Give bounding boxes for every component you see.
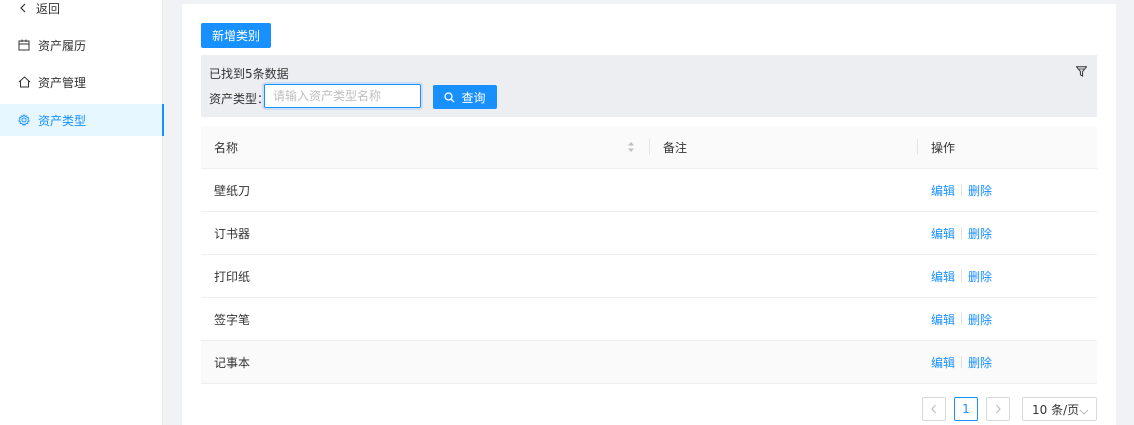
filter-bar: 已找到5条数据 资产类型： 查询 — [201, 55, 1097, 117]
column-divider — [917, 139, 918, 155]
add-category-button[interactable]: 新增类别 — [201, 23, 271, 48]
table-row: 壁纸刀 编辑 删除 — [201, 169, 1097, 212]
table-header: 名称 备注 操作 — [201, 126, 1097, 169]
search-button[interactable]: 查询 — [433, 85, 497, 109]
cell-name: 记事本 — [214, 355, 251, 370]
delete-link[interactable]: 删除 — [968, 354, 992, 371]
calendar-icon — [18, 38, 38, 52]
page-size-value: 10 条/页 — [1032, 402, 1080, 417]
sidebar-item-asset-type[interactable]: 资产类型 — [0, 104, 164, 136]
filter-icon[interactable] — [1075, 66, 1088, 80]
chevron-left-icon — [930, 404, 938, 414]
edit-link[interactable]: 编辑 — [931, 268, 955, 285]
row-actions: 编辑 删除 — [931, 225, 992, 242]
chevron-right-icon — [994, 404, 1002, 414]
table-row: 记事本 编辑 删除 — [201, 341, 1097, 384]
delete-link[interactable]: 删除 — [968, 182, 992, 199]
sidebar-item-asset-history[interactable]: 资产履历 — [0, 29, 163, 61]
page-size-select[interactable]: 10 条/页 — [1022, 397, 1097, 421]
sidebar-item-asset-management[interactable]: 资产管理 — [0, 66, 163, 98]
table-row: 签字笔 编辑 删除 — [201, 298, 1097, 341]
column-header-remark: 备注 — [663, 141, 688, 155]
asset-type-label: 资产类型： — [209, 92, 270, 106]
search-button-label: 查询 — [461, 90, 486, 105]
gear-icon — [18, 113, 38, 127]
sidebar: 返回 资产履历 资产管理 资产类型 — [0, 0, 164, 425]
main-content: 新增类别 已找到5条数据 资产类型： 查询 名称 备注 操作 壁纸刀 — [182, 4, 1116, 425]
action-divider — [961, 270, 963, 282]
action-divider — [961, 227, 963, 239]
delete-link[interactable]: 删除 — [968, 225, 992, 242]
chevron-down-icon — [1079, 405, 1089, 419]
search-icon — [444, 91, 455, 103]
page-number-button[interactable]: 1 — [954, 397, 978, 421]
cell-name: 订书器 — [214, 226, 251, 241]
column-header-name: 名称 — [214, 141, 239, 155]
action-divider — [961, 356, 963, 368]
back-label: 返回 — [36, 1, 61, 16]
sidebar-item-label: 资产管理 — [38, 75, 87, 90]
action-divider — [961, 184, 963, 196]
action-divider — [961, 313, 963, 325]
row-actions: 编辑 删除 — [931, 182, 992, 199]
cell-name: 签字笔 — [214, 312, 251, 327]
edit-link[interactable]: 编辑 — [931, 225, 955, 242]
back-button[interactable]: 返回 — [18, 0, 60, 16]
row-actions: 编辑 删除 — [931, 268, 992, 285]
sidebar-item-label: 资产履历 — [38, 38, 87, 53]
sort-icon[interactable] — [627, 141, 635, 156]
edit-link[interactable]: 编辑 — [931, 354, 955, 371]
home-icon — [18, 75, 38, 89]
prev-page-button[interactable] — [922, 397, 946, 421]
delete-link[interactable]: 删除 — [968, 311, 992, 328]
row-actions: 编辑 删除 — [931, 311, 992, 328]
edit-link[interactable]: 编辑 — [931, 182, 955, 199]
table-row: 打印纸 编辑 删除 — [201, 255, 1097, 298]
delete-link[interactable]: 删除 — [968, 268, 992, 285]
result-count: 已找到5条数据 — [209, 67, 289, 81]
column-header-action: 操作 — [931, 141, 956, 155]
edit-link[interactable]: 编辑 — [931, 311, 955, 328]
chevron-left-icon — [18, 3, 36, 13]
column-divider — [649, 139, 650, 155]
row-actions: 编辑 删除 — [931, 354, 992, 371]
sidebar-item-label: 资产类型 — [38, 113, 87, 128]
cell-name: 壁纸刀 — [214, 183, 251, 198]
asset-type-search-input[interactable] — [264, 84, 421, 108]
next-page-button[interactable] — [986, 397, 1010, 421]
asset-type-table: 名称 备注 操作 壁纸刀 编辑 删除 订书器 编辑 删除 打印纸 编辑 删除 签… — [201, 126, 1097, 384]
table-row: 订书器 编辑 删除 — [201, 212, 1097, 255]
cell-name: 打印纸 — [214, 269, 251, 284]
